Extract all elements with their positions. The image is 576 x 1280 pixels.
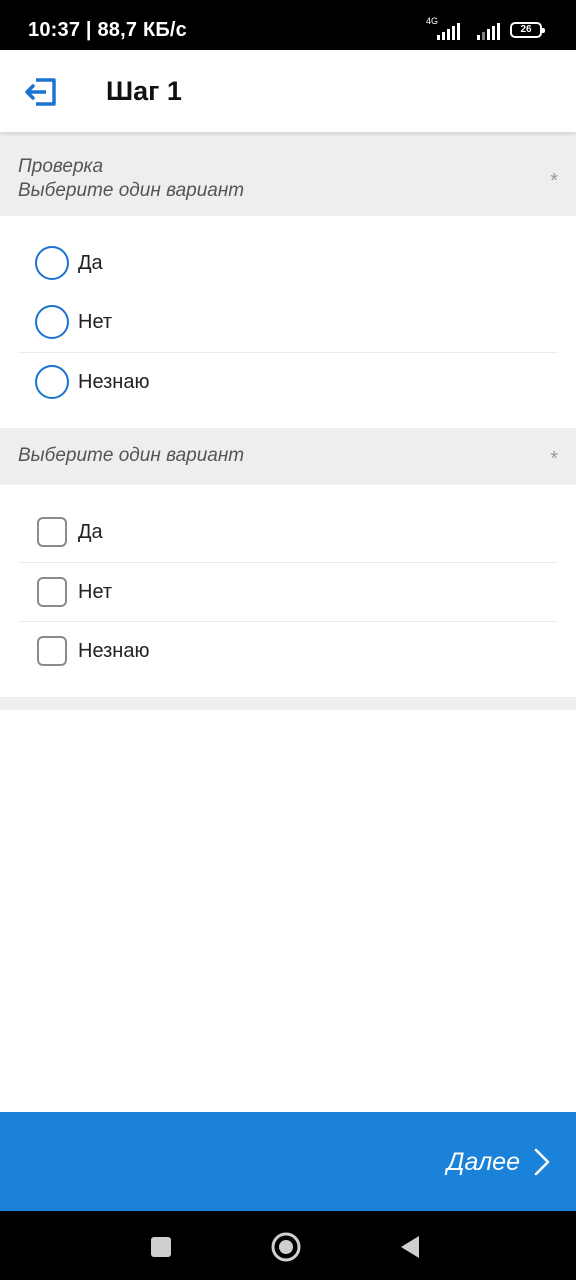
radio-option-net[interactable]: Нет [18,293,558,352]
status-time: 10:37 | 88,7 КБ/с [28,19,188,41]
next-label: Далее [446,1148,520,1176]
question-2-header: Выберите один вариант * [0,428,576,485]
option-label: Незнаю [78,640,150,662]
question-1-hint: Выберите один вариант [18,180,245,201]
option-label: Да [78,521,103,543]
chevron-right-icon [534,1148,550,1176]
radio-button[interactable] [35,305,69,339]
checkbox[interactable] [37,577,67,607]
required-mark: * [550,448,558,470]
checkbox-option-neznayu[interactable]: Незнаю [18,621,558,680]
option-label: Да [78,252,103,274]
radio-button[interactable] [35,365,69,399]
radio-button[interactable] [35,246,69,280]
checkbox[interactable] [37,636,67,666]
exit-icon [25,78,56,106]
status-indicators: 4G 26 [426,16,545,40]
checkbox-option-da[interactable]: Да [18,503,558,562]
exit-button[interactable] [22,72,62,112]
question-1-header: Проверка Выберите один вариант * [0,132,576,216]
home-button[interactable] [266,1227,306,1267]
cellular-signal-icon: 4G [426,16,460,40]
option-label: Нет [78,311,113,333]
checkbox-option-net[interactable]: Нет [18,562,558,621]
navigation-bar [0,1211,576,1280]
question-2-hint: Выберите один вариант [18,445,245,466]
app-bar: Шаг 1 [0,50,576,132]
battery-icon: 26 [510,22,545,38]
required-mark: * [550,170,558,192]
battery-level: 26 [520,24,532,35]
back-button[interactable] [390,1227,430,1267]
status-bar: 10:37 | 88,7 КБ/с 4G 26 [0,0,576,50]
section-divider [0,697,576,710]
radio-option-neznayu[interactable]: Незнаю [18,352,558,411]
home-circle-icon [271,1232,301,1262]
option-label: Нет [78,581,113,603]
page-title: Шаг 1 [106,76,182,106]
radio-option-da[interactable]: Да [18,234,558,293]
cellular-signal-2-icon [466,20,500,40]
option-label: Незнаю [78,371,150,393]
square-icon [151,1237,171,1257]
recent-apps-button[interactable] [141,1227,181,1267]
next-button[interactable]: Далее [0,1112,576,1211]
checkbox[interactable] [37,517,67,547]
back-triangle-icon [401,1236,419,1258]
question-1-title: Проверка [18,156,104,177]
